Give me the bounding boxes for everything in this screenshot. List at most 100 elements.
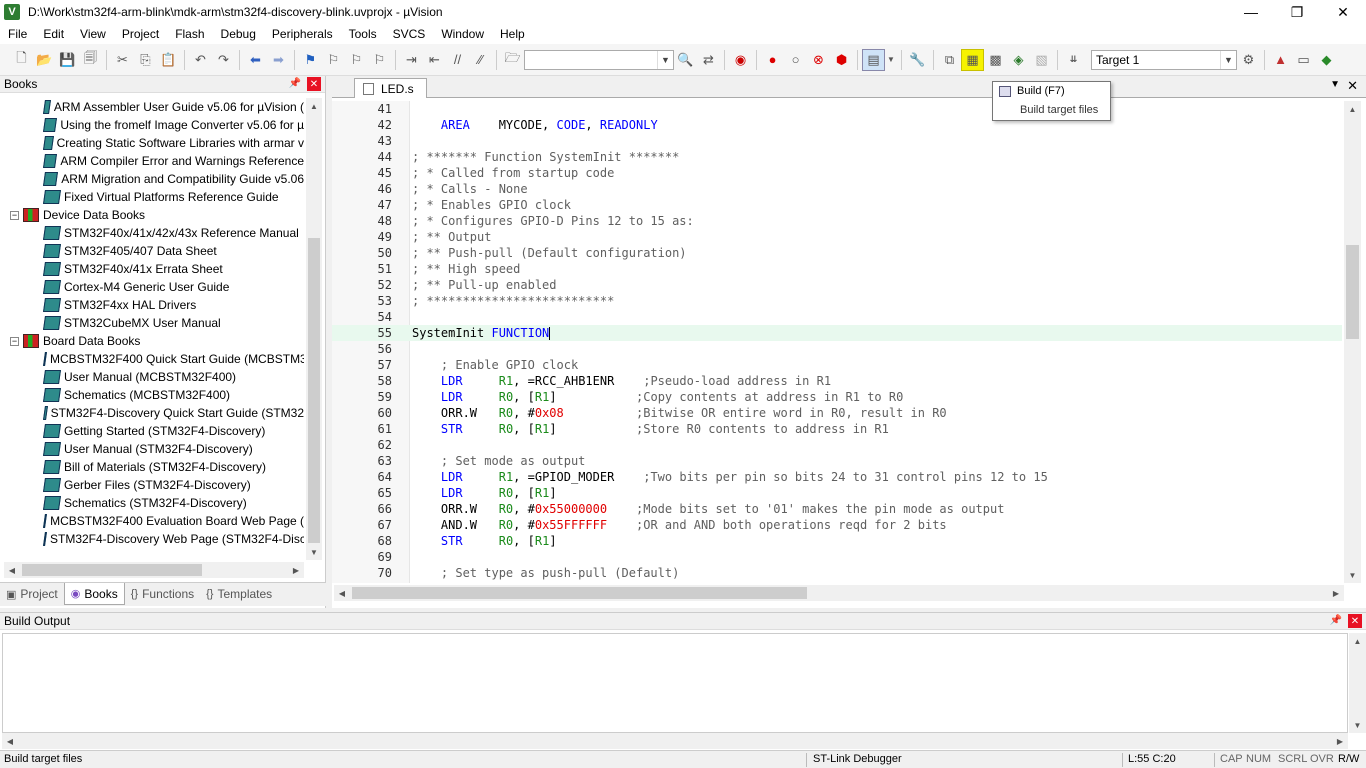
books-vertical-scrollbar[interactable]: ▲ ▼ (306, 98, 322, 560)
build-output-vertical-scrollbar[interactable]: ▲ ▼ (1349, 633, 1366, 733)
menu-view[interactable]: View (72, 24, 114, 44)
code-line[interactable]: 43 (332, 133, 1342, 149)
menu-window[interactable]: Window (433, 24, 492, 44)
scroll-thumb[interactable] (1346, 245, 1359, 339)
book-group-board-data-books[interactable]: − Board Data Books (4, 332, 304, 350)
find-in-files-icon[interactable]: 🗁 (501, 49, 524, 71)
code-line[interactable]: 65 LDR R0, [R1] (332, 485, 1342, 501)
code-line[interactable]: 62 (332, 437, 1342, 453)
kill-all-breakpoints-icon[interactable]: ⬢ (830, 49, 853, 71)
minimize-button[interactable]: — (1228, 0, 1274, 24)
manage-project-items-icon[interactable]: ▲ (1269, 49, 1292, 71)
scroll-left-icon[interactable]: ◀ (334, 585, 350, 601)
collapse-icon[interactable]: − (10, 336, 19, 346)
comment-icon[interactable]: // (446, 49, 469, 71)
book-item[interactable]: Using the fromelf Image Converter v5.06 … (4, 116, 304, 134)
scroll-right-icon[interactable]: ▶ (288, 562, 304, 578)
book-item[interactable]: Creating Static Software Libraries with … (4, 134, 304, 152)
disable-breakpoint-icon[interactable]: ○ (784, 49, 807, 71)
code-line[interactable]: 61 STR R0, [R1] ;Store R0 contents to ad… (332, 421, 1342, 437)
clear-bookmarks-icon[interactable]: ⚐ (368, 49, 391, 71)
book-item[interactable]: STM32F4xx HAL Drivers (4, 296, 304, 314)
find-combo[interactable]: ▼ (524, 49, 674, 70)
collapse-icon[interactable]: − (10, 210, 19, 220)
navigate-back-icon[interactable]: ⬅ (244, 49, 267, 71)
manage-rte-icon[interactable]: ▭ (1292, 49, 1315, 71)
tab-books[interactable]: ◉ Books (63, 583, 125, 605)
redo-icon[interactable]: ↷ (212, 49, 235, 71)
code-line[interactable]: 67 AND.W R0, #0x55FFFFFF ;OR and AND bot… (332, 517, 1342, 533)
target-select[interactable]: Target 1 ▼ (1091, 49, 1237, 70)
book-item[interactable]: User Manual (STM32F4-Discovery) (4, 440, 304, 458)
bookmark-icon[interactable]: ⚑ (299, 49, 322, 71)
menu-file[interactable]: File (0, 24, 35, 44)
code-line[interactable]: 51 ; ** High speed (332, 261, 1342, 277)
editor-tab-led-s[interactable]: LED.s (354, 78, 427, 98)
build-output-text[interactable] (2, 633, 1348, 733)
code-line[interactable]: 48 ; * Configures GPIO-D Pins 12 to 15 as… (332, 213, 1342, 229)
menu-project[interactable]: Project (114, 24, 167, 44)
tab-templates[interactable]: {} Templates (200, 583, 278, 605)
editor-vertical-scrollbar[interactable]: ▲ ▼ (1344, 101, 1361, 583)
rebuild-icon[interactable]: ▩ (984, 49, 1007, 71)
menu-svcs[interactable]: SVCS (385, 24, 434, 44)
navigate-forward-icon[interactable]: ➡ (267, 49, 290, 71)
chevron-down-icon[interactable]: ▼ (885, 49, 897, 71)
pin-icon[interactable]: 📌 (289, 78, 301, 89)
download-icon[interactable]: ⇊ (1062, 49, 1085, 71)
build-icon[interactable]: ▦ (961, 48, 984, 71)
books-horizontal-scrollbar[interactable]: ◀ ▶ (4, 562, 304, 578)
code-line[interactable]: 70 ; Set type as push-pull (Default) (332, 565, 1342, 581)
scroll-left-icon[interactable]: ◀ (4, 562, 20, 578)
book-item[interactable]: MCBSTM32F400 Quick Start Guide (MCBSTM3 (4, 350, 304, 368)
book-item[interactable]: STM32CubeMX User Manual (4, 314, 304, 332)
book-item[interactable]: STM32F40x/41x/42x/43x Reference Manual (4, 224, 304, 242)
book-item[interactable]: MCBSTM32F400 Evaluation Board Web Page ( (4, 512, 304, 530)
code-line[interactable]: 69 (332, 549, 1342, 565)
menu-debug[interactable]: Debug (213, 24, 264, 44)
close-button[interactable]: ✕ (1320, 0, 1366, 24)
menu-help[interactable]: Help (492, 24, 533, 44)
scroll-up-icon[interactable]: ▲ (1349, 633, 1366, 649)
code-line[interactable]: 57 ; Enable GPIO clock (332, 357, 1342, 373)
copy-icon[interactable]: ⎘ (134, 49, 157, 71)
close-icon[interactable]: ✕ (307, 77, 321, 91)
cut-icon[interactable]: ✂ (111, 49, 134, 71)
book-item[interactable]: Fixed Virtual Platforms Reference Guide (4, 188, 304, 206)
code-line[interactable]: 66 ORR.W R0, #0x55000000 ;Mode bits set … (332, 501, 1342, 517)
code-line[interactable]: 42 AREA MYCODE, CODE, READONLY (332, 117, 1342, 133)
stop-build-icon[interactable]: ▧ (1030, 49, 1053, 71)
chevron-down-icon[interactable]: ▼ (1330, 79, 1340, 90)
tab-project[interactable]: ▣ Project (0, 583, 64, 605)
target-options-icon[interactable]: ⚙ (1237, 49, 1260, 71)
configure-window-icon[interactable]: ▤ (862, 48, 885, 71)
book-item[interactable]: User Manual (MCBSTM32F400) (4, 368, 304, 386)
scroll-down-icon[interactable]: ▼ (1349, 717, 1366, 733)
scroll-down-icon[interactable]: ▼ (306, 544, 322, 560)
code-line[interactable]: 53 ; ************************** (332, 293, 1342, 309)
book-item[interactable]: STM32F40x/41x Errata Sheet (4, 260, 304, 278)
scroll-right-icon[interactable]: ▶ (1328, 585, 1344, 601)
code-line[interactable]: 44 ; ******* Function SystemInit ******* (332, 149, 1342, 165)
book-item[interactable]: ARM Migration and Compatibility Guide v5… (4, 170, 304, 188)
unindent-icon[interactable]: ⇤ (423, 49, 446, 71)
code-line[interactable]: 52 ; ** Pull-up enabled (332, 277, 1342, 293)
next-bookmark-icon[interactable]: ⚐ (345, 49, 368, 71)
book-item[interactable]: Bill of Materials (STM32F4-Discovery) (4, 458, 304, 476)
disable-all-breakpoints-icon[interactable]: ⊗ (807, 49, 830, 71)
scroll-thumb[interactable] (352, 587, 807, 599)
book-item[interactable]: Gerber Files (STM32F4-Discovery) (4, 476, 304, 494)
code-line[interactable]: 60 ORR.W R0, #0x08 ;Bitwise OR entire wo… (332, 405, 1342, 421)
save-icon[interactable]: 💾 (56, 49, 79, 71)
menu-flash[interactable]: Flash (167, 24, 212, 44)
book-item[interactable]: Getting Started (STM32F4-Discovery) (4, 422, 304, 440)
book-item[interactable]: Schematics (STM32F4-Discovery) (4, 494, 304, 512)
book-item[interactable]: STM32F4-Discovery Web Page (STM32F4-Disc (4, 530, 304, 548)
build-output-horizontal-scrollbar[interactable]: ◀ ▶ (2, 733, 1348, 749)
book-item[interactable]: STM32F4-Discovery Quick Start Guide (STM… (4, 404, 304, 422)
new-file-icon[interactable]: 🗋 (10, 49, 33, 71)
open-folder-icon[interactable]: 📂 (33, 49, 56, 71)
book-item[interactable]: STM32F405/407 Data Sheet (4, 242, 304, 260)
code-line[interactable]: 50 ; ** Push-pull (Default configuration) (332, 245, 1342, 261)
pin-icon[interactable]: 📌 (1330, 615, 1342, 626)
